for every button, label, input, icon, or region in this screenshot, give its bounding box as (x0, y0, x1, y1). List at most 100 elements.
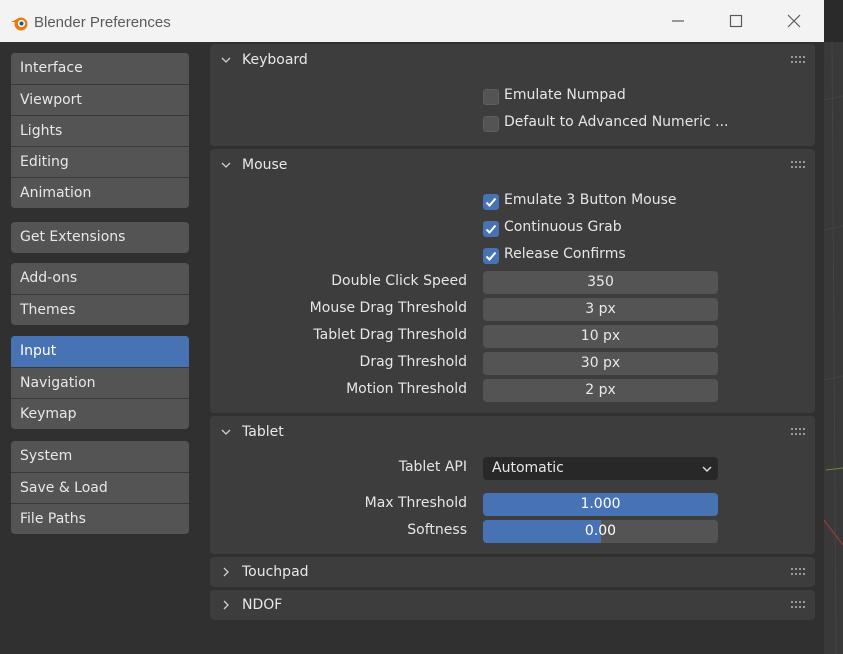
advanced-numeric-checkbox[interactable] (483, 116, 499, 132)
drag-threshold-label: Drag Threshold (359, 354, 467, 370)
sidebar-item-save-load[interactable]: Save & Load (11, 472, 189, 503)
sidebar-item-input[interactable]: Input (11, 336, 189, 367)
motion-threshold-row: Motion Threshold 2 px (210, 379, 815, 402)
drag-grip-icon[interactable] (791, 601, 807, 609)
tablet-drag-threshold-field[interactable]: 10 px (483, 325, 718, 348)
continuous-grab-row: Continuous Grab (210, 217, 815, 240)
checkmark-icon (485, 224, 497, 234)
viewport-grid (824, 0, 843, 654)
keyboard-panel-header[interactable]: Keyboard (210, 44, 815, 77)
drag-threshold-field[interactable]: 30 px (483, 352, 718, 375)
advanced-numeric-label[interactable]: Default to Advanced Numeric ... (504, 114, 728, 130)
tablet-api-row: Tablet API Automatic (210, 457, 815, 480)
release-confirms-checkbox[interactable] (483, 248, 499, 264)
sidebar-group-extensions: Get Extensions (11, 222, 189, 253)
advanced-numeric-row: Default to Advanced Numeric ... (210, 112, 815, 135)
sidebar-item-lights[interactable]: Lights (11, 115, 189, 146)
chevron-down-icon (702, 466, 712, 472)
softness-slider[interactable]: 0.00 (483, 520, 718, 543)
continuous-grab-checkbox[interactable] (483, 221, 499, 237)
continuous-grab-label[interactable]: Continuous Grab (504, 219, 622, 235)
motion-threshold-field[interactable]: 2 px (483, 379, 718, 402)
motion-threshold-label: Motion Threshold (346, 381, 467, 397)
drag-grip-icon[interactable] (791, 161, 807, 169)
close-button[interactable] (766, 0, 822, 42)
touchpad-panel-title: Touchpad (242, 564, 309, 580)
maximize-icon (729, 14, 743, 28)
max-threshold-value: 1.000 (580, 496, 621, 512)
tablet-drag-threshold-row: Tablet Drag Threshold 10 px (210, 325, 815, 348)
double-click-speed-field[interactable]: 350 (483, 271, 718, 294)
keyboard-panel: Keyboard Emulate Numpad Default to Advan… (210, 44, 815, 146)
tablet-api-dropdown[interactable]: Automatic (483, 457, 718, 480)
sidebar-item-themes[interactable]: Themes (11, 294, 189, 325)
checkmark-icon (485, 197, 497, 207)
sidebar-item-editing[interactable]: Editing (11, 146, 189, 177)
sidebar-item-system[interactable]: System (11, 441, 189, 472)
emulate-numpad-row: Emulate Numpad (210, 85, 815, 108)
sidebar-item-add-ons[interactable]: Add-ons (11, 263, 189, 294)
sidebar-group-input: Input Navigation Keymap (11, 336, 189, 429)
touchpad-panel-header[interactable]: Touchpad (210, 557, 815, 587)
softness-label: Softness (407, 522, 467, 538)
tablet-api-value: Automatic (492, 460, 564, 476)
background-viewport (824, 0, 843, 654)
sidebar-item-viewport[interactable]: Viewport (11, 84, 189, 115)
checkmark-icon (485, 251, 497, 261)
preferences-sidebar: Interface Viewport Lights Editing Animat… (0, 42, 205, 654)
sidebar-item-file-paths[interactable]: File Paths (11, 503, 189, 534)
title-bar: Blender Preferences (0, 0, 824, 43)
emulate-numpad-label[interactable]: Emulate Numpad (504, 87, 626, 103)
softness-value: 0.00 (584, 523, 617, 539)
double-click-speed-row: Double Click Speed 350 (210, 271, 815, 294)
sidebar-item-navigation[interactable]: Navigation (11, 367, 189, 398)
tablet-drag-threshold-label: Tablet Drag Threshold (313, 327, 467, 343)
mouse-drag-threshold-label: Mouse Drag Threshold (309, 300, 467, 316)
touchpad-panel: Touchpad (210, 557, 815, 587)
emulate-3-button-checkbox[interactable] (483, 194, 499, 210)
emulate-numpad-checkbox[interactable] (483, 89, 499, 105)
mouse-panel-header[interactable]: Mouse (210, 149, 815, 182)
drag-grip-icon[interactable] (791, 56, 807, 64)
sidebar-item-animation[interactable]: Animation (11, 177, 189, 208)
sidebar-item-keymap[interactable]: Keymap (11, 398, 189, 429)
tablet-api-label: Tablet API (398, 459, 467, 475)
sidebar-item-get-extensions[interactable]: Get Extensions (11, 222, 189, 253)
keyboard-panel-title: Keyboard (242, 52, 308, 68)
minimize-icon (672, 20, 684, 22)
blender-logo-icon (11, 17, 28, 31)
mouse-drag-threshold-field[interactable]: 3 px (483, 298, 718, 321)
chevron-right-icon (223, 600, 229, 610)
sidebar-group-general: Interface Viewport Lights Editing Animat… (11, 53, 189, 208)
max-threshold-slider[interactable]: 1.000 (483, 493, 718, 516)
drag-threshold-row: Drag Threshold 30 px (210, 352, 815, 375)
ndof-panel-title: NDOF (242, 597, 283, 613)
ndof-panel-header[interactable]: NDOF (210, 590, 815, 620)
max-threshold-label: Max Threshold (364, 495, 467, 511)
softness-row: Softness 0.00 (210, 520, 815, 543)
release-confirms-label[interactable]: Release Confirms (504, 246, 626, 262)
drag-grip-icon[interactable] (791, 568, 807, 576)
chevron-right-icon (223, 567, 229, 577)
chevron-down-icon (221, 429, 231, 435)
drag-grip-icon[interactable] (791, 428, 807, 436)
sidebar-group-addons: Add-ons Themes (11, 263, 189, 325)
mouse-panel: Mouse Emulate 3 Button Mouse Continuous … (210, 149, 815, 413)
mouse-drag-threshold-row: Mouse Drag Threshold 3 px (210, 298, 815, 321)
emulate-3-button-row: Emulate 3 Button Mouse (210, 190, 815, 213)
tablet-panel-title: Tablet (242, 424, 284, 440)
minimize-button[interactable] (650, 0, 706, 42)
double-click-speed-label: Double Click Speed (331, 273, 467, 289)
tablet-panel: Tablet Tablet API Automatic Max Threshol… (210, 416, 815, 554)
emulate-3-button-label[interactable]: Emulate 3 Button Mouse (504, 192, 677, 208)
sidebar-item-interface[interactable]: Interface (11, 53, 189, 84)
release-confirms-row: Release Confirms (210, 244, 815, 267)
tablet-panel-header[interactable]: Tablet (210, 416, 815, 449)
chevron-down-icon (221, 162, 231, 168)
window-title: Blender Preferences (34, 14, 171, 31)
close-icon (787, 14, 801, 28)
maximize-button[interactable] (708, 0, 764, 42)
ndof-panel: NDOF (210, 590, 815, 620)
preferences-main: Keyboard Emulate Numpad Default to Advan… (205, 42, 824, 654)
chevron-down-icon (221, 57, 231, 63)
